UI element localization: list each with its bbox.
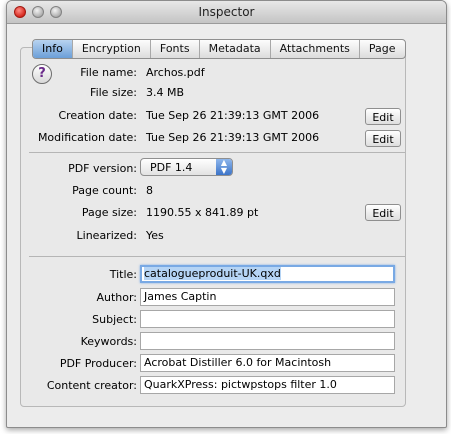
author-field[interactable]: James Captin bbox=[140, 288, 395, 306]
chevron-updown-icon: ▲ ▼ bbox=[216, 159, 232, 175]
pdf-version-select[interactable]: PDF 1.4 ▲ ▼ bbox=[140, 158, 233, 176]
pdf-producer-field[interactable]: Acrobat Distiller 6.0 for Macintosh bbox=[140, 354, 395, 372]
file-size-value: 3.4 MB bbox=[146, 86, 185, 99]
creation-date-value: Tue Sep 26 21:39:13 GMT 2006 bbox=[146, 109, 320, 122]
tab-fonts[interactable]: Fonts bbox=[151, 40, 200, 58]
keywords-label: Keywords: bbox=[80, 335, 137, 348]
page-count-label: Page count: bbox=[72, 184, 137, 197]
keywords-field[interactable] bbox=[140, 332, 395, 350]
tab-encryption[interactable]: Encryption bbox=[73, 40, 151, 58]
pdf-producer-label: PDF Producer: bbox=[59, 357, 137, 370]
linearized-value: Yes bbox=[146, 229, 164, 242]
tab-metadata[interactable]: Metadata bbox=[200, 40, 271, 58]
subject-label: Subject: bbox=[92, 313, 137, 326]
title-field[interactable]: catalogueproduit-UK.qxd bbox=[140, 265, 395, 283]
tab-bar: Info Encryption Fonts Metadata Attachmen… bbox=[32, 39, 406, 59]
title-field-text: catalogueproduit-UK.qxd bbox=[144, 267, 281, 280]
page-size-value: 1190.55 x 841.89 pt bbox=[146, 206, 259, 219]
title-bar[interactable]: Inspector bbox=[7, 1, 446, 24]
modification-date-value: Tue Sep 26 21:39:13 GMT 2006 bbox=[146, 131, 320, 144]
file-name-value: Archos.pdf bbox=[146, 66, 205, 79]
tab-page[interactable]: Page bbox=[360, 40, 405, 58]
file-size-label: File size: bbox=[90, 86, 137, 99]
subject-field[interactable] bbox=[140, 310, 395, 328]
window-title: Inspector bbox=[198, 5, 255, 19]
page-count-value: 8 bbox=[146, 184, 153, 197]
edit-page-size-button[interactable]: Edit bbox=[365, 204, 401, 221]
content-creator-field[interactable]: QuarkXPress: pictwpstops filter 1.0 bbox=[140, 376, 395, 394]
linearized-label: Linearized: bbox=[76, 229, 137, 242]
tab-info[interactable]: Info bbox=[33, 40, 73, 58]
author-label: Author: bbox=[96, 291, 137, 304]
modification-date-label: Modification date: bbox=[37, 131, 137, 144]
title-label: Title: bbox=[109, 268, 137, 281]
separator bbox=[29, 256, 405, 257]
info-panel bbox=[20, 47, 406, 407]
tab-attachments[interactable]: Attachments bbox=[271, 40, 360, 58]
creation-date-label: Creation date: bbox=[58, 109, 137, 122]
file-name-label: File name: bbox=[80, 66, 137, 79]
content-creator-label: Content creator: bbox=[46, 379, 137, 392]
page-size-label: Page size: bbox=[81, 206, 137, 219]
separator bbox=[29, 152, 405, 153]
edit-modification-date-button[interactable]: Edit bbox=[365, 130, 401, 147]
pdf-version-value: PDF 1.4 bbox=[150, 161, 193, 174]
edit-creation-date-button[interactable]: Edit bbox=[365, 108, 401, 125]
pdf-version-label: PDF version: bbox=[68, 162, 137, 175]
